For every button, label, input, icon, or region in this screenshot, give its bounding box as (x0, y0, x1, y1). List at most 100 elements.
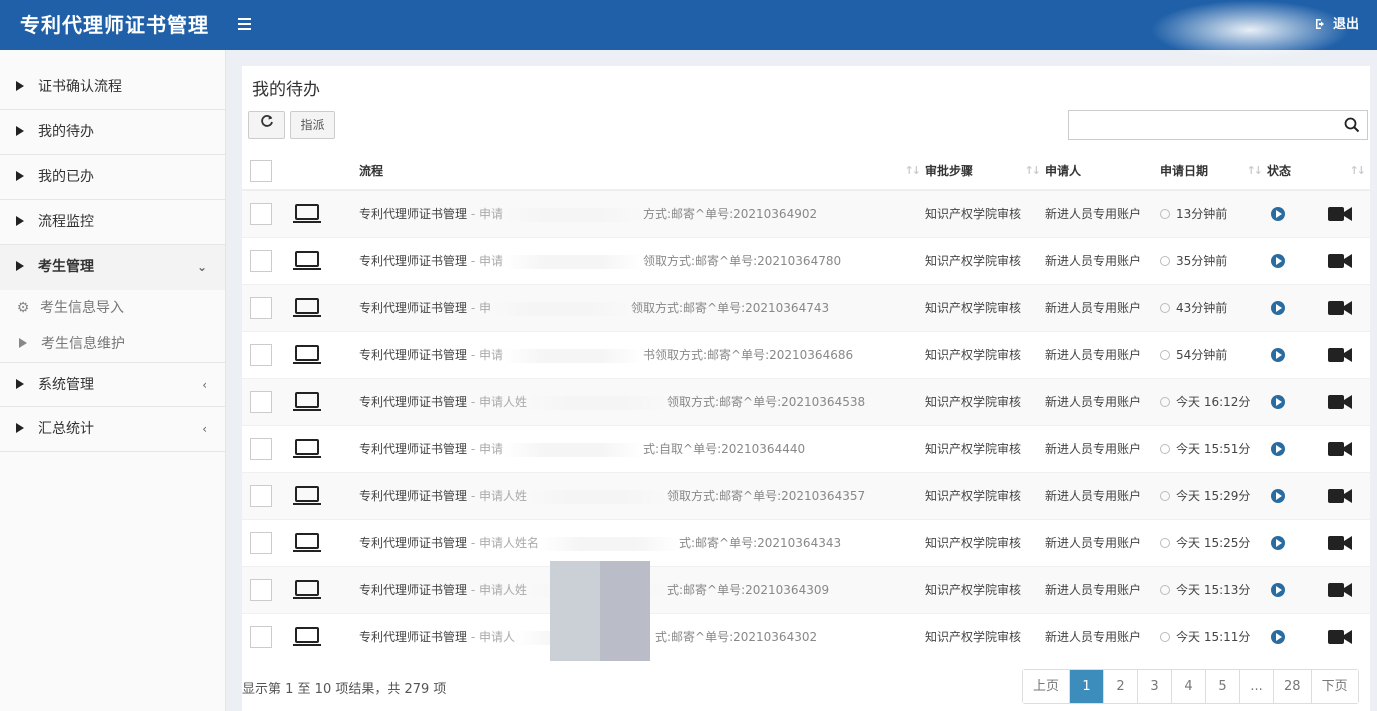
video-camera-icon[interactable] (1327, 440, 1353, 458)
play-circle-icon[interactable] (1271, 630, 1285, 644)
table-row[interactable]: 专利代理师证书管理 - 申 领取方式:邮寄^单号:20210364743 知识产权学… (242, 283, 1370, 331)
date-text: 54分钟前 (1176, 348, 1228, 362)
sidebar-subitem-candidate-maintain[interactable]: 考生信息维护 (0, 326, 225, 362)
blurred-text (502, 207, 643, 222)
flow-detail: 式:自取^单号:20210364440 (642, 442, 806, 456)
col-header-applicant[interactable]: 申请人 (1045, 152, 1160, 191)
page-button[interactable]: 28 (1273, 670, 1311, 703)
sidebar-item-candidate-mgmt[interactable]: 考生管理 ⌄ (0, 245, 225, 290)
play-circle-icon[interactable] (1271, 253, 1285, 268)
search-icon[interactable] (1344, 117, 1360, 133)
row-checkbox[interactable] (250, 296, 272, 319)
row-checkbox[interactable] (250, 531, 272, 554)
blurred-text (490, 301, 631, 316)
row-checkbox[interactable] (250, 437, 272, 460)
flow-cell[interactable]: 专利代理师证书管理 - 申请 式:自取^单号:20210364440 (359, 424, 925, 472)
flow-cell[interactable]: 专利代理师证书管理 - 申请人姓 领取方式:邮寄^单号:20210364357 (359, 471, 925, 519)
flow-sub: - 申请人姓 (467, 395, 527, 409)
logout-button[interactable]: 退出 (1315, 0, 1359, 50)
flow-cell[interactable]: 专利代理师证书管理 - 申请 书领取方式:邮寄^单号:20210364686 (359, 330, 925, 378)
row-checkbox[interactable] (250, 390, 272, 413)
video-camera-icon[interactable] (1327, 346, 1353, 364)
play-circle-icon[interactable] (1271, 300, 1285, 315)
page-button[interactable]: 5 (1205, 670, 1240, 703)
video-camera-icon[interactable] (1327, 581, 1353, 599)
table-row[interactable]: 专利代理师证书管理 - 申请人 式:邮寄^单号:20210364302 知识产权学院… (242, 612, 1370, 660)
table-row[interactable]: 专利代理师证书管理 - 申请人姓 式:邮寄^单号:20210364309 知识产权学… (242, 565, 1370, 613)
gear-icon: ⚙ (16, 300, 30, 316)
flow-detail: 书领取方式:邮寄^单号:20210364686 (642, 348, 854, 362)
action-cell (1327, 518, 1370, 566)
sidebar-item-my-todo[interactable]: 我的待办 (0, 110, 225, 155)
sidebar-item-label: 汇总统计 (38, 421, 94, 437)
row-checkbox[interactable] (250, 343, 272, 366)
row-checkbox[interactable] (250, 578, 272, 601)
col-header-status[interactable]: 状态 (1267, 152, 1327, 191)
date-text: 今天 15:13分 (1176, 583, 1251, 597)
play-circle-icon[interactable] (1271, 207, 1285, 221)
sidebar: 证书确认流程 我的待办 我的已办 流程监控 考生管理 ⌄ ⚙ 考生信息导入 考生信息… (0, 50, 226, 711)
flow-cell[interactable]: 专利代理师证书管理 - 申请人姓名 式:邮寄^单号:20210364343 (359, 518, 925, 566)
col-header-date[interactable]: 申请日期 ↑↓ (1160, 152, 1267, 191)
play-circle-icon[interactable] (1271, 394, 1285, 409)
table-row[interactable]: 专利代理师证书管理 - 申请人姓 领取方式:邮寄^单号:20210364357 知识… (242, 471, 1370, 519)
page-button[interactable]: 4 (1171, 670, 1206, 703)
page-button[interactable]: 3 (1137, 670, 1172, 703)
video-camera-icon[interactable] (1327, 393, 1353, 411)
play-circle-icon[interactable] (1271, 582, 1285, 597)
applicant-cell: 新进人员专用账户 (1045, 189, 1160, 237)
sidebar-item-system-mgmt[interactable]: 系统管理 ‹ (0, 362, 225, 407)
page-button[interactable]: 1 (1069, 670, 1104, 703)
video-camera-icon[interactable] (1327, 299, 1353, 317)
play-circle-icon[interactable] (1271, 347, 1285, 362)
next-page-button[interactable]: 下页 (1310, 670, 1358, 703)
video-camera-icon[interactable] (1327, 534, 1353, 552)
video-camera-icon[interactable] (1327, 252, 1353, 270)
sidebar-subitem-candidate-import[interactable]: ⚙ 考生信息导入 (0, 290, 225, 326)
sidebar-item-my-done[interactable]: 我的已办 (0, 155, 225, 200)
assign-button[interactable]: 指派 (290, 111, 335, 139)
flow-sub: - 申请人姓名 (467, 536, 539, 550)
sidebar-item-cert-confirm[interactable]: 证书确认流程 (0, 65, 225, 110)
video-camera-icon[interactable] (1327, 487, 1353, 505)
icon-header (292, 152, 359, 191)
page-button[interactable]: 2 (1103, 670, 1138, 703)
step-cell: 知识产权学院审核 (925, 612, 1045, 660)
col-header-label: 申请人 (1045, 164, 1082, 178)
flow-cell[interactable]: 专利代理师证书管理 - 申请 领取方式:邮寄^单号:20210364780 (359, 236, 925, 284)
sidebar-item-flow-monitor[interactable]: 流程监控 (0, 200, 225, 245)
col-header-step[interactable]: 审批步骤 ↑↓ (925, 152, 1045, 191)
page-button[interactable]: ... (1239, 670, 1274, 703)
table-row[interactable]: 专利代理师证书管理 - 申请人姓 领取方式:邮寄^单号:20210364538 知识… (242, 377, 1370, 425)
sidebar-item-summary-stats[interactable]: 汇总统计 ‹ (0, 407, 225, 452)
date-cell: 今天 15:25分 (1160, 518, 1267, 566)
table-row[interactable]: 专利代理师证书管理 - 申请 方式:邮寄^单号:20210364902 知识产权学院… (242, 189, 1370, 237)
table-row[interactable]: 专利代理师证书管理 - 申请 领取方式:邮寄^单号:20210364780 知识产权… (242, 236, 1370, 284)
play-circle-icon[interactable] (1271, 488, 1285, 503)
video-camera-icon[interactable] (1327, 205, 1353, 223)
refresh-button[interactable] (248, 111, 285, 139)
row-checkbox[interactable] (250, 625, 272, 648)
flow-cell[interactable]: 专利代理师证书管理 - 申 领取方式:邮寄^单号:20210364743 (359, 283, 925, 331)
video-camera-icon[interactable] (1327, 628, 1353, 646)
prev-page-button[interactable]: 上页 (1023, 670, 1070, 703)
flow-cell[interactable]: 专利代理师证书管理 - 申请 方式:邮寄^单号:20210364902 (359, 189, 925, 237)
select-all-checkbox[interactable] (250, 159, 272, 182)
table-row[interactable]: 专利代理师证书管理 - 申请 书领取方式:邮寄^单号:20210364686 知识产… (242, 330, 1370, 378)
action-cell (1327, 189, 1370, 237)
row-checkbox[interactable] (250, 202, 272, 225)
table-row[interactable]: 专利代理师证书管理 - 申请人姓名 式:邮寄^单号:20210364343 知识产权… (242, 518, 1370, 566)
date-cell: 35分钟前 (1160, 236, 1267, 284)
play-circle-icon[interactable] (1271, 535, 1285, 550)
menu-toggle-icon[interactable] (238, 15, 256, 35)
row-checkbox[interactable] (250, 249, 272, 272)
flow-sub: - 申 (467, 301, 491, 315)
logout-label: 退出 (1332, 17, 1359, 32)
search-input[interactable] (1069, 111, 1339, 139)
row-checkbox[interactable] (250, 484, 272, 507)
play-circle-icon[interactable] (1271, 441, 1285, 456)
table-row[interactable]: 专利代理师证书管理 - 申请 式:自取^单号:20210364440 知识产权学院审… (242, 424, 1370, 472)
col-header-flow[interactable]: 流程 ↑↓ (359, 152, 925, 191)
flow-cell[interactable]: 专利代理师证书管理 - 申请人姓 领取方式:邮寄^单号:20210364538 (359, 377, 925, 425)
action-cell (1327, 377, 1370, 425)
